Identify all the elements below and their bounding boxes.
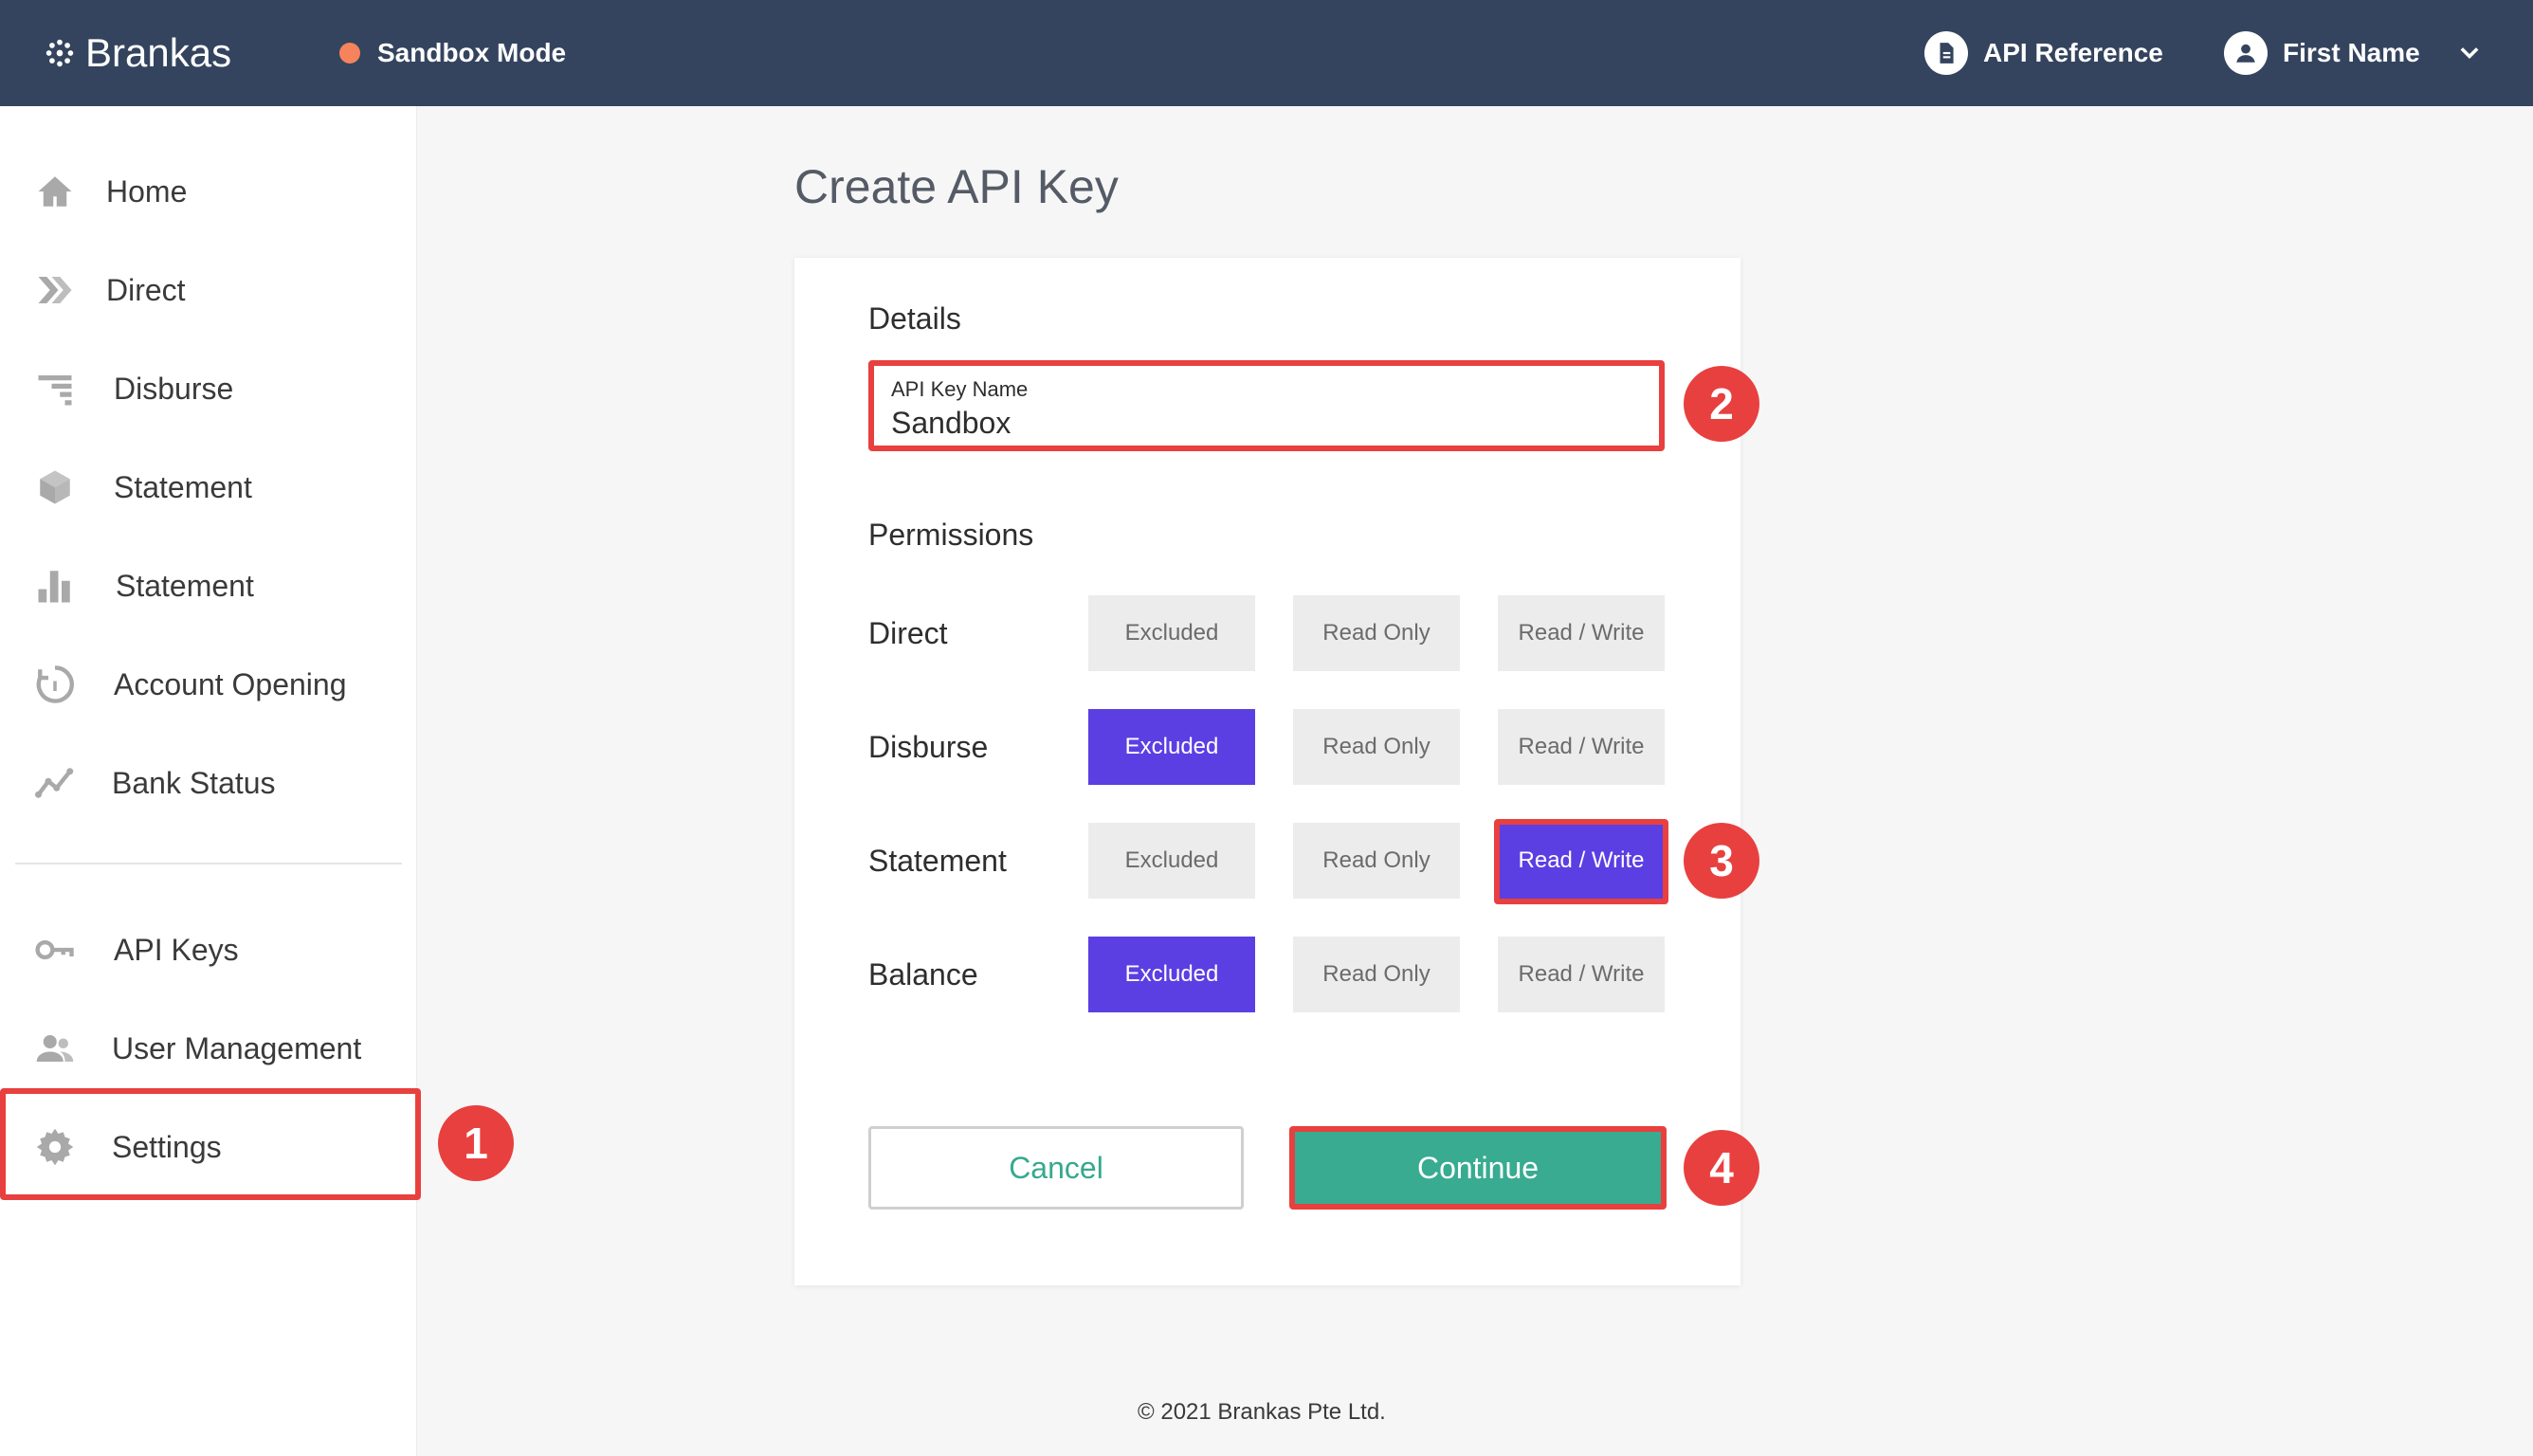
- sidebar-item-label: Direct: [106, 272, 186, 307]
- direct-read-write-button[interactable]: Read / Write: [1498, 595, 1665, 671]
- document-icon: [1924, 31, 1968, 75]
- step-badge-3: 3: [1684, 823, 1759, 899]
- api-key-name-value: Sandbox: [891, 406, 1011, 440]
- direct-icon: [34, 269, 76, 311]
- sidebar-item-label: Disburse: [114, 371, 234, 406]
- sidebar-item-bank-status[interactable]: Bank Status: [0, 737, 417, 828]
- brand-logo[interactable]: Brankas: [42, 25, 231, 82]
- sidebar-item-label: Account Opening: [114, 666, 347, 701]
- read-write-highlight: [1494, 819, 1668, 904]
- sidebar-item-statement[interactable]: Statement: [0, 442, 417, 533]
- sidebar-item-direct[interactable]: Direct: [0, 245, 417, 336]
- permission-row-label-disburse: Disburse: [868, 730, 989, 764]
- permissions-heading: Permissions: [868, 518, 1034, 552]
- sidebar-item-label: Statement: [114, 469, 252, 504]
- permission-row-label-direct: Direct: [868, 616, 948, 650]
- top-bar: Brankas Sandbox Mode API Reference First…: [0, 0, 2533, 106]
- statement-read-only-button[interactable]: Read Only: [1293, 823, 1460, 899]
- balance-read-write-button[interactable]: Read / Write: [1498, 937, 1665, 1012]
- sidebar-item-label: User Management: [112, 1030, 362, 1065]
- permission-row-label-balance: Balance: [868, 957, 978, 992]
- key-icon: [34, 929, 76, 971]
- bar-chart-icon: [34, 565, 76, 607]
- sandbox-mode-label: Sandbox Mode: [377, 38, 567, 67]
- api-reference-link[interactable]: API Reference: [1924, 28, 2163, 78]
- brand-name: Brankas: [85, 30, 232, 75]
- sidebar: Home Direct Disburse Statement Statement…: [0, 106, 417, 1456]
- disburse-excluded-button[interactable]: Excluded: [1088, 709, 1255, 785]
- sidebar-item-label: API Keys: [114, 932, 239, 967]
- sidebar-item-label: Bank Status: [112, 765, 276, 800]
- step-badge-4: 4: [1684, 1130, 1759, 1206]
- permission-row-label-statement: Statement: [868, 844, 1007, 878]
- direct-excluded-button[interactable]: Excluded: [1088, 595, 1255, 671]
- api-reference-label: API Reference: [1983, 38, 2163, 67]
- details-heading: Details: [868, 301, 961, 336]
- sidebar-divider: [15, 863, 402, 864]
- cube-icon: [34, 466, 76, 508]
- direct-read-only-button[interactable]: Read Only: [1293, 595, 1460, 671]
- user-menu[interactable]: First Name: [2224, 28, 2483, 78]
- user-name: First Name: [2283, 38, 2420, 67]
- sidebar-item-home[interactable]: Home: [0, 146, 417, 237]
- sidebar-item-disburse[interactable]: Disburse: [0, 343, 417, 434]
- sidebar-item-label: Statement: [116, 568, 254, 603]
- sidebar-item-label: Home: [106, 173, 188, 209]
- user-avatar-icon: [2224, 31, 2268, 75]
- sidebar-item-user-management[interactable]: User Management: [0, 1003, 417, 1094]
- step-badge-2: 2: [1684, 366, 1759, 442]
- api-key-name-field[interactable]: API Key Name Sandbox: [868, 360, 1665, 451]
- statement-excluded-button[interactable]: Excluded: [1088, 823, 1255, 899]
- sidebar-item-statement-2[interactable]: Statement: [0, 540, 417, 631]
- cancel-button[interactable]: Cancel: [868, 1126, 1244, 1210]
- step-badge-1: 1: [438, 1105, 514, 1181]
- users-icon: [34, 1028, 76, 1069]
- disburse-read-only-button[interactable]: Read Only: [1293, 709, 1460, 785]
- chevron-down-icon: [2460, 47, 2479, 59]
- footer-copyright: © 2021 Brankas Pte Ltd.: [1138, 1399, 1386, 1425]
- disburse-icon: [34, 368, 76, 410]
- status-dot-icon: [339, 43, 360, 64]
- home-icon: [34, 171, 76, 212]
- account-opening-icon: [34, 664, 76, 705]
- balance-excluded-button[interactable]: Excluded: [1088, 937, 1255, 1012]
- sidebar-item-api-keys[interactable]: API Keys: [0, 904, 417, 995]
- api-key-name-label: API Key Name: [891, 377, 1029, 401]
- disburse-read-write-button[interactable]: Read / Write: [1498, 709, 1665, 785]
- brankas-logo-icon: [46, 39, 74, 67]
- page-title: Create API Key: [794, 160, 1119, 213]
- balance-read-only-button[interactable]: Read Only: [1293, 937, 1460, 1012]
- sandbox-mode-indicator: Sandbox Mode: [339, 28, 566, 78]
- settings-highlight: [0, 1088, 421, 1200]
- continue-button[interactable]: Continue: [1289, 1126, 1667, 1210]
- trend-line-icon: [34, 762, 76, 804]
- sidebar-item-account-opening[interactable]: Account Opening: [0, 639, 417, 730]
